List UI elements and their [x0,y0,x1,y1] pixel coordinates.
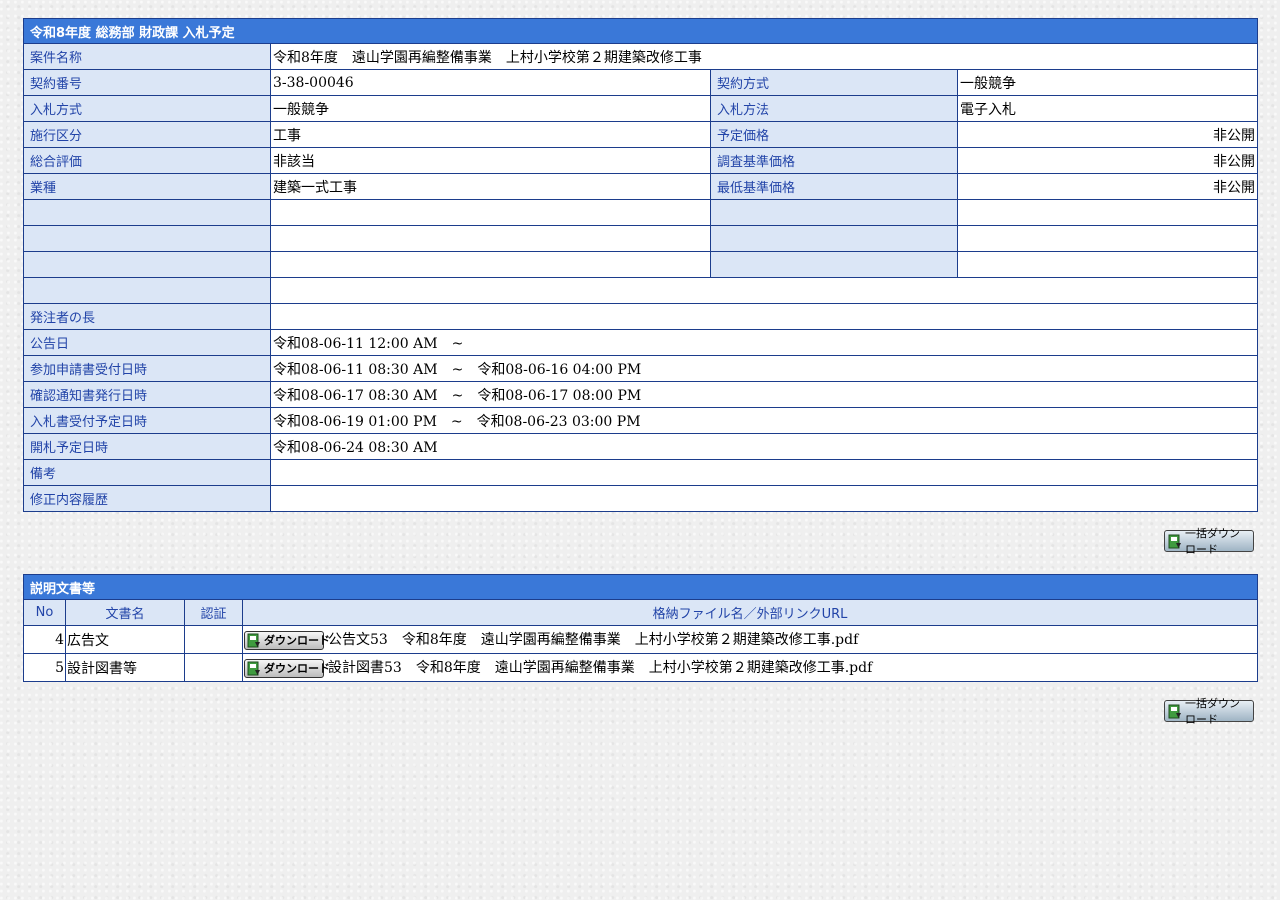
download-icon [1168,534,1182,549]
bulk-download-button[interactable]: 一括ダウンロード [1164,527,1254,556]
doc-name: 広告文 [65,625,185,654]
documents-title: 説明文書等 [22,574,1259,600]
doc-no: 5 [23,653,66,682]
empty-row [23,225,1258,252]
survey-price-value: 非公開 [957,147,1258,174]
bid-type-label: 入札方式 [23,95,271,122]
empty-label [23,277,271,304]
work-type-label: 施行区分 [23,121,271,148]
empty-value [270,225,711,252]
empty-row [23,199,1258,226]
survey-price-label: 調査基準価格 [710,147,958,174]
bid-method-label: 入札方法 [710,95,958,122]
empty-label [710,225,958,252]
project-name-value: 令和8年度 遠山学園再編整備事業 上村小学校第２期建築改修工事 [270,43,1258,70]
remarks-value [270,459,1258,486]
notice-date-label: 公告日 [23,329,271,356]
download-button[interactable]: ダウンロード [244,630,330,650]
bid-type-value: 一般競争 [270,95,711,122]
table-row: 4 広告文 ダウンロード 公告文53 令和8年度 遠山学園再編整備事業 上村小学… [23,625,1259,654]
doc-file-cell: ダウンロード 公告文53 令和8年度 遠山学園再編整備事業 上村小学校第２期建築… [241,625,1259,654]
doc-file-cell: ダウンロード 設計図書53 令和8年度 遠山学園再編整備事業 上村小学校第２期建… [241,653,1259,682]
documents-table: 説明文書等 No 文書名 認証 格納ファイル名／外部リンクURL 4 広告文 ダ… [22,574,1259,682]
planned-price-value: 非公開 [957,121,1258,148]
contract-no-value: 3-38-00046 [270,69,711,96]
col-header-no: No [23,599,66,626]
application-label: 参加申請書受付日時 [23,355,271,382]
empty-value [957,251,1258,278]
download-icon [247,661,261,676]
download-label: ダウンロード [264,634,330,648]
empty-value [957,199,1258,226]
planned-price-label: 予定価格 [710,121,958,148]
empty-value [270,199,711,226]
bulk-download-label: 一括ダウンロード [1185,697,1240,726]
col-header-name: 文書名 [65,599,185,626]
table-row: 5 設計図書等 ダウンロード 設計図書53 令和8年度 遠山学園再編整備事業 上… [23,653,1259,682]
min-price-label: 最低基準価格 [710,173,958,200]
empty-label [23,225,271,252]
empty-label [710,199,958,226]
notice-date-value: 令和08-06-11 12:00 AM ~ [270,329,1258,356]
empty-label [710,251,958,278]
project-name-label: 案件名称 [23,43,271,70]
confirmation-label: 確認通知書発行日時 [23,381,271,408]
col-header-cert: 認証 [184,599,243,626]
industry-label: 業種 [23,173,271,200]
contract-no-label: 契約番号 [23,69,271,96]
industry-value: 建築一式工事 [270,173,711,200]
download-icon [1168,704,1182,719]
min-price-value: 非公開 [957,173,1258,200]
contract-method-value: 一般競争 [957,69,1258,96]
details-title: 令和8年度 総務部 財政課 入札予定 [23,18,1258,44]
bulk-download-label: 一括ダウンロード [1185,527,1240,556]
orderer-label: 発注者の長 [23,303,271,330]
remarks-label: 備考 [23,459,271,486]
work-type-value: 工事 [270,121,711,148]
history-value [270,485,1258,512]
empty-value [270,277,1258,304]
download-label: ダウンロード [264,662,330,676]
download-button[interactable]: ダウンロード [244,658,330,678]
doc-name: 設計図書等 [65,653,185,682]
col-header-file: 格納ファイル名／外部リンクURL [241,599,1259,626]
history-label: 修正内容履歴 [23,485,271,512]
bid-details-table: 令和8年度 総務部 財政課 入札予定 案件名称 令和8年度 遠山学園再編整備事業… [23,18,1258,512]
opening-label: 開札予定日時 [23,433,271,460]
evaluation-value: 非該当 [270,147,711,174]
empty-row [23,277,1258,304]
download-icon [247,633,261,648]
doc-file-name: 公告文53 令和8年度 遠山学園再編整備事業 上村小学校第２期建築改修工事.pd… [328,632,859,649]
bid-method-value: 電子入札 [957,95,1258,122]
orderer-value [270,303,1258,330]
bid-accept-label: 入札書受付予定日時 [23,407,271,434]
doc-cert [184,653,243,682]
application-value: 令和08-06-11 08:30 AM ~ 令和08-06-16 04:00 P… [270,355,1258,382]
empty-value [270,251,711,278]
opening-value: 令和08-06-24 08:30 AM [270,433,1258,460]
contract-method-label: 契約方式 [710,69,958,96]
bulk-download-button[interactable]: 一括ダウンロード [1164,697,1254,726]
bid-accept-value: 令和08-06-19 01:00 PM ~ 令和08-06-23 03:00 P… [270,407,1258,434]
empty-label [23,199,271,226]
empty-value [957,225,1258,252]
doc-no: 4 [23,625,66,654]
confirmation-value: 令和08-06-17 08:30 AM ~ 令和08-06-17 08:00 P… [270,381,1258,408]
doc-file-name: 設計図書53 令和8年度 遠山学園再編整備事業 上村小学校第２期建築改修工事.p… [328,660,873,677]
empty-label [23,251,271,278]
empty-row [23,251,1258,278]
evaluation-label: 総合評価 [23,147,271,174]
doc-cert [184,625,243,654]
